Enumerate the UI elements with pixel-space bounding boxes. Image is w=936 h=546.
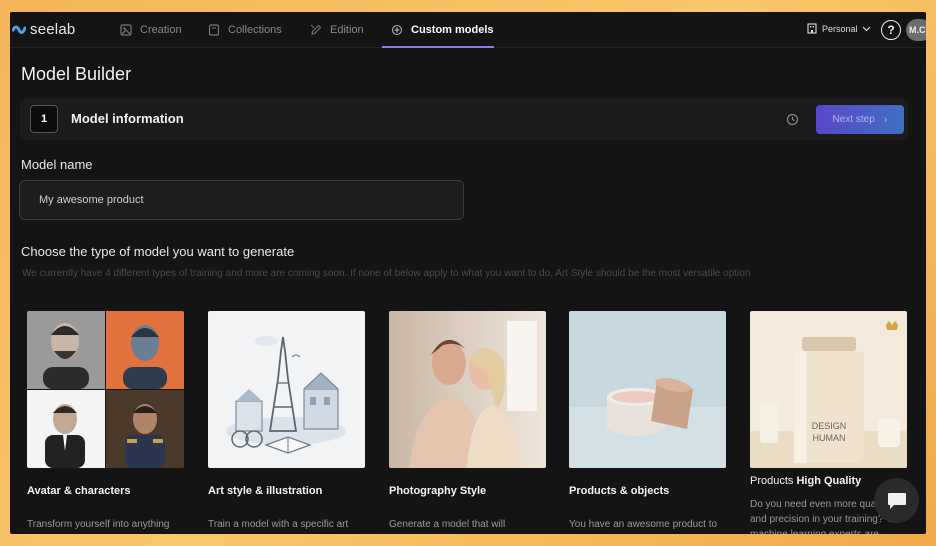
chat-icon [887,492,906,509]
card-image [569,311,726,468]
cream-jar-image [569,311,726,468]
nav-item-label: Collections [228,24,282,36]
step-header: 1 Model information Next step › [20,98,908,140]
avatar[interactable]: M.C [906,19,926,41]
step-title: Model information [71,111,184,126]
card-description: Generate a model that will [389,519,506,530]
logo[interactable]: seelab [12,21,75,38]
card-image [208,311,365,468]
card-title: Avatar & characters [27,485,131,497]
model-name-label: Model name [21,157,93,172]
active-tab-indicator [382,46,494,48]
help-icon[interactable]: ? [881,20,901,40]
nav-item-label: Edition [330,24,364,36]
logo-text: seelab [30,21,76,38]
workspace-selector[interactable]: Personal [807,23,871,34]
product-bottle-image: DESIGN HUMAN [750,311,907,468]
nav-item-label: Creation [140,24,182,36]
card-title: Art style & illustration [208,485,323,497]
nav-item-edition[interactable]: Edition [310,12,364,48]
card-description: Train a model with a specific art [208,519,349,530]
sparkle-icon [391,24,403,36]
illustration-image [208,311,365,468]
card-title: Products High Quality [750,475,861,487]
chevron-down-icon [862,26,870,31]
edit-icon [310,24,322,35]
card-description: Transform yourself into anything [27,519,170,530]
page-title: Model Builder [21,64,132,84]
card-image [389,311,546,468]
card-title-part: High Quality [796,475,862,487]
nav-item-creation[interactable]: Creation [120,12,182,48]
logo-icon [12,25,26,34]
step-number: 1 [30,105,58,133]
help-glyph: ? [887,23,895,37]
chevron-right-icon: › [883,113,888,126]
model-type-helper: We currently have 4 different types of t… [22,268,751,279]
avatar-initials: M.C [909,25,926,35]
couple-photo-image [389,311,546,468]
clock-icon [786,113,799,126]
nav-item-custom-models[interactable]: Custom models [391,12,494,48]
folder-icon [208,24,220,36]
model-name-input[interactable] [19,180,464,220]
card-image: DESIGN HUMAN [750,311,907,468]
nav-item-label: Custom models [411,24,494,36]
chat-support-button[interactable] [874,478,919,523]
card-title: Photography Style [389,485,487,497]
card-title-part: Products [750,475,794,487]
next-step-label: Next step [832,114,875,125]
building-icon [807,23,817,34]
workspace-label: Personal [822,23,858,34]
card-title: Products & objects [569,485,670,497]
card-image [27,311,184,468]
nav-item-collections[interactable]: Collections [208,12,282,48]
app-window: seelab Creation Collections Edition Cust… [10,12,926,534]
model-type-heading: Choose the type of model you want to gen… [21,244,295,259]
bottle-label-line-2: HUMAN [813,433,846,443]
portrait-grid-image [27,311,184,468]
top-nav: seelab Creation Collections Edition Cust… [10,12,926,48]
next-step-button[interactable]: Next step › [816,105,904,134]
card-description: You have an awesome product to [569,519,718,530]
image-icon [120,24,132,36]
bottle-label-line-1: DESIGN [812,421,847,431]
